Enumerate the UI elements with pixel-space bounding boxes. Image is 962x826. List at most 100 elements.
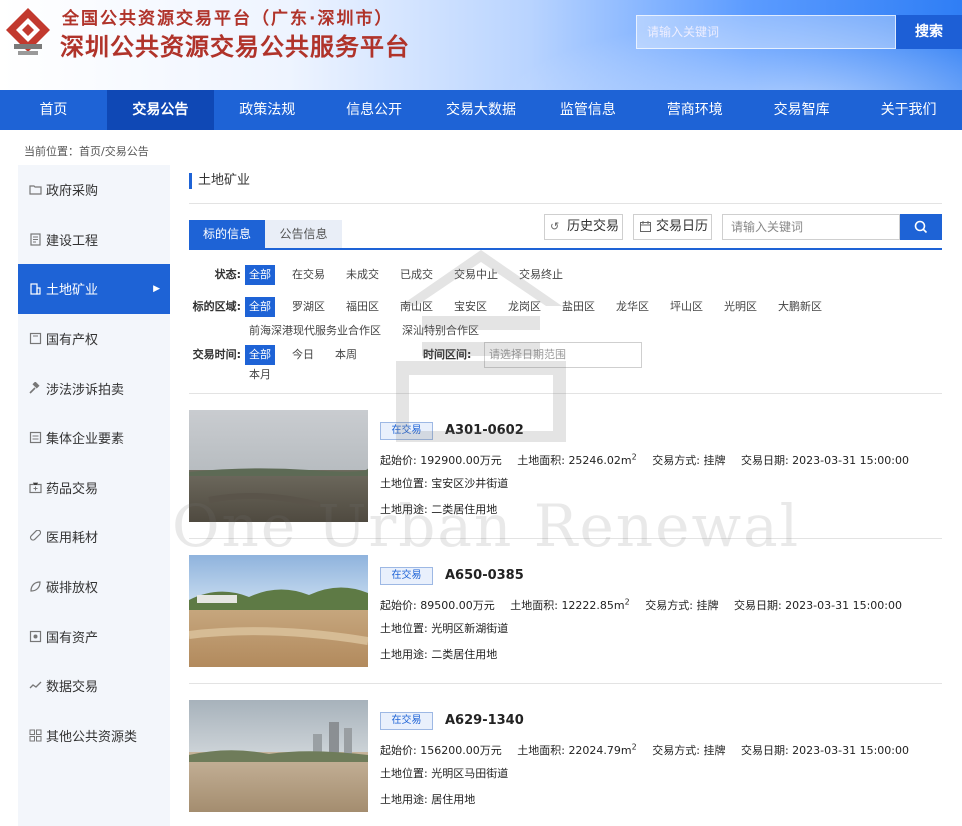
sidebar-item-state-assets[interactable]: 国有资产 [18, 611, 170, 661]
region-option-qianhai[interactable]: 前海深港现代服务业合作区 [245, 321, 385, 341]
trade-calendar-button[interactable]: 交易日历 [633, 214, 712, 240]
nav-item-business-env[interactable]: 营商环境 [641, 90, 748, 130]
sidebar-item-carbon-emission[interactable]: 碳排放权 [18, 562, 170, 612]
keyword-search-input[interactable]: 请输入关键词 [722, 214, 900, 240]
nav-item-home[interactable]: 首页 [0, 90, 107, 130]
price: 起始价: 192900.00万元 [380, 453, 502, 467]
header-search-button[interactable]: 搜索 [896, 15, 962, 49]
land-use: 土地用途: 居住用地 [380, 793, 476, 806]
region-option-luohu[interactable]: 罗湖区 [288, 297, 329, 317]
calendar-icon [639, 220, 653, 234]
price: 起始价: 156200.00万元 [380, 743, 502, 757]
status-option-trading[interactable]: 在交易 [288, 265, 329, 285]
sidebar-item-data-trading[interactable]: 数据交易 [18, 661, 170, 711]
trade-date: 交易日期: 2023-03-31 15:00:00 [733, 598, 902, 612]
lot-id[interactable]: A650-0385 [445, 567, 524, 585]
main-nav: 首页 交易公告 政策法规 信息公开 交易大数据 监管信息 营商环境 交易智库 关… [0, 90, 962, 130]
trade-date: 交易日期: 2023-03-31 15:00:00 [740, 453, 909, 467]
sidebar-item-state-property[interactable]: 国有产权 [18, 314, 170, 364]
price: 起始价: 89500.00万元 [380, 598, 495, 612]
chevron-right-icon: ▶ [153, 283, 160, 294]
status-badge: 在交易 [380, 712, 433, 730]
region-filter-label: 标的区域: [192, 300, 241, 313]
building-icon [28, 282, 42, 296]
document-icon [28, 232, 42, 246]
pill-icon [28, 530, 42, 544]
gavel-icon [28, 381, 42, 395]
sidebar-item-collective-enterprise[interactable]: 集体企业要素 [18, 413, 170, 463]
land-area: 土地面积: 22024.79m2 [517, 742, 637, 757]
nav-item-regulation[interactable]: 监管信息 [534, 90, 641, 130]
divider [189, 683, 942, 684]
listing-details: 起始价: 89500.00万元 土地面积: 12222.85m2 交易方式: 挂… [380, 594, 914, 614]
trade-date: 交易日期: 2023-03-31 15:00:00 [740, 743, 909, 757]
medkit-icon [28, 480, 42, 494]
land-use: 土地用途: 二类居住用地 [380, 648, 498, 661]
status-option-all[interactable]: 全部 [245, 265, 275, 285]
site-title[interactable]: 深圳公共资源交易公共服务平台 [60, 27, 410, 62]
region-option-longhua[interactable]: 龙华区 [612, 297, 653, 317]
trade-method: 交易方式: 挂牌 [652, 453, 726, 467]
history-trades-button[interactable]: ↺ 历史交易 [544, 214, 623, 240]
nav-item-think-tank[interactable]: 交易智库 [748, 90, 855, 130]
region-option-futian[interactable]: 福田区 [342, 297, 383, 317]
time-filter: 交易时间: 全部 今日 本周 本月 [189, 345, 415, 385]
land-photo[interactable] [189, 700, 368, 812]
sidebar-item-gov-procurement[interactable]: 政府采购 [18, 165, 170, 215]
status-option-unsold[interactable]: 未成交 [342, 265, 383, 285]
land-location: 土地位置: 宝安区沙井街道 [380, 477, 509, 490]
sidebar-item-other-resources[interactable]: 其他公共资源类 [18, 711, 170, 761]
list-icon [28, 431, 42, 445]
tab-announcement-info[interactable]: 公告信息 [265, 220, 342, 248]
land-area: 土地面积: 25246.02m2 [517, 452, 637, 467]
keyword-search-button[interactable] [900, 214, 942, 240]
certificate-icon [28, 332, 42, 346]
listing-details: 起始价: 192900.00万元 土地面积: 25246.02m2 交易方式: … [380, 449, 921, 469]
nav-item-policies[interactable]: 政策法规 [214, 90, 321, 130]
grid-icon [28, 728, 42, 742]
listing-details: 起始价: 156200.00万元 土地面积: 22024.79m2 交易方式: … [380, 739, 921, 759]
asset-icon [28, 629, 42, 643]
listing-card[interactable]: 在交易 A650-0385 起始价: 89500.00万元 土地面积: 1222… [189, 555, 942, 667]
region-option-guangming[interactable]: 光明区 [720, 297, 761, 317]
tab-subject-info[interactable]: 标的信息 [189, 220, 265, 248]
sidebar-item-label: 涉法涉诉拍卖 [46, 382, 125, 398]
land-location: 土地位置: 光明区新湖街道 [380, 622, 509, 635]
listing-card[interactable]: 在交易 A629-1340 起始价: 156200.00万元 土地面积: 220… [189, 700, 942, 812]
land-area: 土地面积: 12222.85m2 [510, 597, 630, 612]
time-option-today[interactable]: 今日 [288, 345, 318, 365]
site-logo-icon[interactable] [4, 6, 52, 58]
nav-item-about[interactable]: 关于我们 [855, 90, 962, 130]
watermark-text: One Urban Renewal [172, 492, 801, 560]
region-option-dapeng[interactable]: 大鹏新区 [774, 297, 826, 317]
watermark-logo-icon [396, 250, 566, 442]
history-trades-label: 历史交易 [567, 219, 620, 234]
sidebar-item-judicial-auction[interactable]: 涉法涉诉拍卖 [18, 363, 170, 413]
header-search-input[interactable]: 请输入关键词 [636, 15, 896, 49]
sidebar-item-label: 国有产权 [46, 333, 99, 349]
time-option-all[interactable]: 全部 [245, 345, 275, 365]
sidebar-item-land-mining[interactable]: 土地矿业 ▶ [18, 264, 170, 314]
land-photo[interactable] [189, 555, 368, 667]
region-option-pingshan[interactable]: 坪山区 [666, 297, 707, 317]
sidebar-item-label: 建设工程 [46, 233, 99, 249]
time-option-month[interactable]: 本月 [245, 365, 275, 385]
sidebar-item-label: 医用耗材 [46, 531, 99, 547]
region-option-all[interactable]: 全部 [245, 297, 275, 317]
history-icon: ↺ [550, 220, 560, 233]
nav-item-big-data[interactable]: 交易大数据 [428, 90, 535, 130]
breadcrumb: 当前位置：首页/交易公告 [24, 145, 149, 158]
folder-icon [28, 183, 42, 197]
lot-id[interactable]: A629-1340 [445, 712, 524, 730]
sidebar-item-construction[interactable]: 建设工程 [18, 215, 170, 265]
sidebar-item-label: 集体企业要素 [46, 432, 125, 448]
sidebar-item-drug-trading[interactable]: 药品交易 [18, 463, 170, 513]
sidebar-item-label: 土地矿业 [46, 283, 99, 299]
time-filter-label: 交易时间: [192, 348, 241, 361]
land-location: 土地位置: 光明区马田街道 [380, 767, 509, 780]
nav-item-announcements[interactable]: 交易公告 [106, 90, 214, 130]
nav-item-disclosure[interactable]: 信息公开 [321, 90, 428, 130]
time-option-week[interactable]: 本周 [331, 345, 361, 365]
sidebar-item-medical-consumables[interactable]: 医用耗材 [18, 512, 170, 562]
sidebar: 政府采购 建设工程 土地矿业 ▶ 国有产权 涉法涉诉拍卖 集体企业要素 药品交易… [18, 165, 170, 826]
